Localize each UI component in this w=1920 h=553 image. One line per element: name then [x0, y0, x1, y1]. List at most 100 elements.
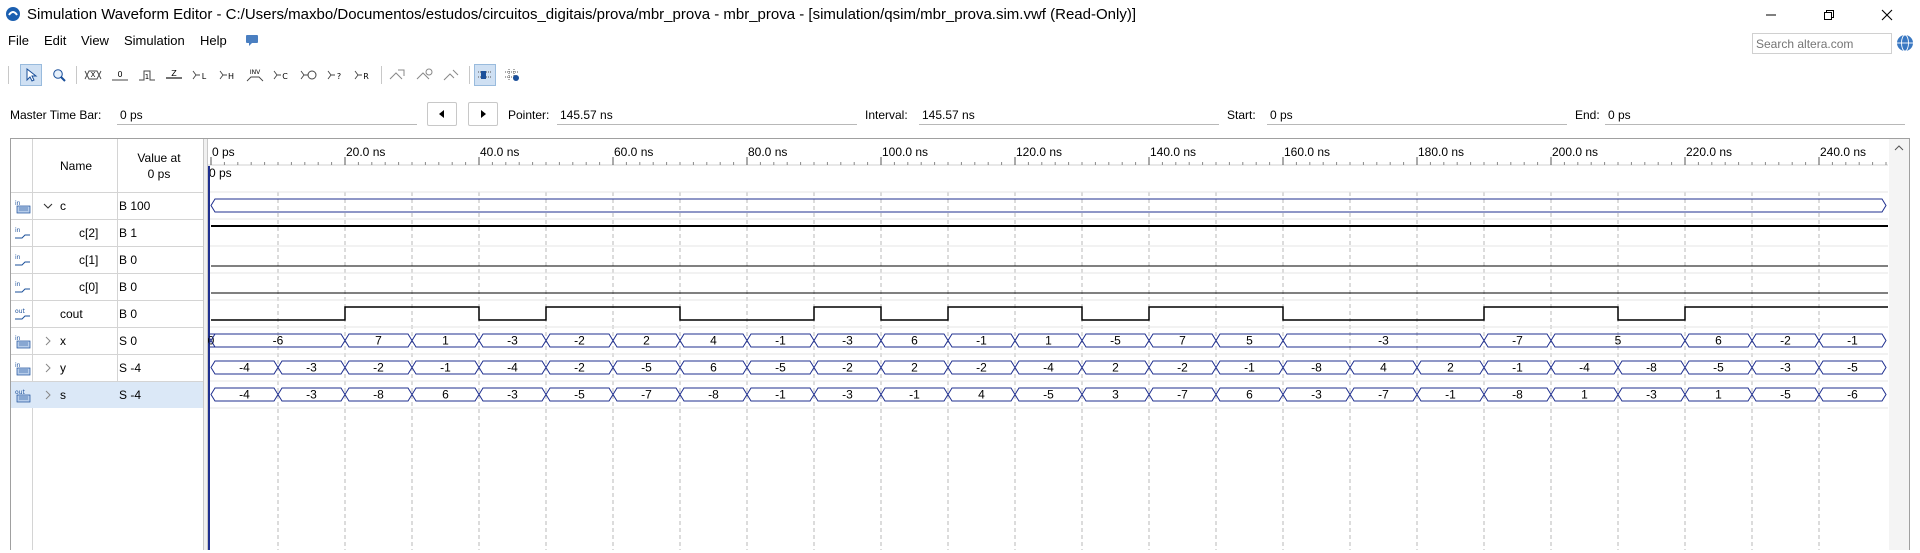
force-weak-high-icon: H — [219, 70, 234, 81]
chevron-right-icon[interactable] — [42, 389, 54, 401]
force-low-button[interactable]: 0 — [109, 64, 131, 86]
time-label: 80.0 ns — [748, 145, 787, 159]
output-pin-icon: out — [15, 308, 30, 320]
search-input[interactable] — [1753, 34, 1891, 53]
grid-settings-button[interactable] — [501, 64, 523, 86]
previous-transition-button[interactable] — [427, 102, 457, 126]
value-column-header[interactable]: Value at — [118, 151, 200, 165]
wave-y-value: -5 — [1713, 361, 1724, 375]
waveform-canvas[interactable]: 0 ps 20.0 ns 40.0 ns 60.0 ns 80.0 ns 100.0 ns… — [206, 139, 1888, 550]
end-label: End: — [1575, 108, 1600, 122]
globe-icon[interactable] — [1896, 34, 1914, 52]
run-timing-button[interactable] — [413, 64, 435, 86]
restore-button[interactable] — [1806, 0, 1852, 29]
force-unknown-button[interactable]: X — [82, 64, 104, 86]
menu-help[interactable]: Help — [200, 33, 227, 48]
wave-s-value: -5 — [1043, 388, 1054, 402]
wave-x-value: 7 — [1179, 334, 1186, 348]
snap-to-grid-button[interactable] — [474, 64, 496, 86]
pointer-label: Pointer: — [508, 108, 550, 122]
signal-row-cout[interactable]: out cout B 0 — [11, 300, 203, 327]
generate-netlist-button[interactable] — [440, 64, 462, 86]
run-functional-button[interactable] — [386, 64, 408, 86]
wave-x-value: 2 — [643, 334, 650, 348]
menu-view[interactable]: View — [81, 33, 109, 48]
waveform-panel[interactable]: 0 ps 20.0 ns 40.0 ns 60.0 ns 80.0 ns 100.0 ns… — [206, 139, 1888, 550]
arrow-right-icon — [481, 110, 486, 118]
minimize-button[interactable] — [1748, 0, 1794, 29]
master-time-bar-field[interactable]: 0 ps — [117, 104, 417, 125]
restore-icon — [1824, 9, 1834, 20]
next-transition-button[interactable] — [468, 102, 498, 126]
close-button[interactable] — [1864, 0, 1910, 29]
invert-button[interactable]: INV — [244, 64, 266, 86]
chevron-right-icon[interactable] — [42, 335, 54, 347]
wave-s-value: -4 — [239, 388, 250, 402]
signal-row-s[interactable]: out s S -4 — [11, 381, 203, 408]
count-value-button[interactable]: C — [271, 64, 293, 86]
signal-row-c0[interactable]: in c[0] B 0 — [11, 273, 203, 300]
signal-row-y[interactable]: in y S -4 — [11, 354, 203, 381]
zoom-tool-button[interactable] — [48, 64, 70, 86]
toolbar-separator — [469, 66, 470, 84]
search-box[interactable] — [1752, 33, 1892, 54]
wave-s-value: -3 — [306, 388, 317, 402]
force-weak-low-button[interactable]: L — [190, 64, 212, 86]
toolbar-grip — [8, 66, 9, 84]
menu-simulation[interactable]: Simulation — [124, 33, 185, 48]
chevron-right-icon[interactable] — [42, 362, 54, 374]
feedback-icon[interactable] — [245, 34, 259, 47]
wave-x-value: -6 — [273, 334, 284, 348]
wave-y-value: -3 — [306, 361, 317, 375]
vertical-scrollbar[interactable] — [1889, 139, 1909, 550]
output-pin-icon: out — [15, 389, 31, 403]
input-pin-icon: in — [15, 362, 31, 376]
start-field: 0 ps — [1267, 104, 1567, 125]
wave-x-value: -1 — [1847, 334, 1858, 348]
wave-s-value: -8 — [1512, 388, 1523, 402]
chevron-down-icon[interactable] — [42, 200, 54, 212]
wave-s-value: -8 — [373, 388, 384, 402]
menu-edit[interactable]: Edit — [44, 33, 66, 48]
wave-s-value: -7 — [1378, 388, 1389, 402]
random-value-icon: R — [354, 70, 369, 81]
pointer-tool-button[interactable] — [20, 64, 42, 86]
input-pin-icon: in — [15, 254, 30, 266]
wave-y-value: -1 — [1512, 361, 1523, 375]
signal-row-c[interactable]: in c B 100 — [11, 192, 203, 219]
signal-row-x[interactable]: in x S 0 — [11, 327, 203, 354]
signal-row-c2[interactable]: in c[2] B 1 — [11, 219, 203, 246]
signal-row-c1[interactable]: in c[1] B 0 — [11, 246, 203, 273]
random-value-button[interactable]: R — [352, 64, 374, 86]
wave-y-value: -2 — [1177, 361, 1188, 375]
svg-text:out: out — [15, 308, 25, 315]
force-high-button[interactable]: 1 — [136, 64, 158, 86]
svg-text:?: ? — [337, 72, 341, 81]
wave-y-value: -4 — [239, 361, 250, 375]
wave-x-value: -2 — [1780, 334, 1791, 348]
wave-y-value: -4 — [507, 361, 518, 375]
input-pin-icon: in — [15, 281, 30, 293]
signal-value: B 0 — [119, 307, 138, 321]
wave-s-value: 3 — [1112, 388, 1119, 402]
arbitrary-value-button[interactable]: ? — [325, 64, 347, 86]
wave-s-value: -6 — [1847, 388, 1858, 402]
name-column-header[interactable]: Name — [60, 159, 92, 173]
force-weak-high-button[interactable]: H — [217, 64, 239, 86]
signal-value: S -4 — [119, 388, 142, 402]
wave-cout — [211, 306, 1888, 321]
svg-text:0: 0 — [117, 70, 122, 79]
signal-value: B 0 — [119, 253, 138, 267]
svg-text:R: R — [363, 72, 369, 81]
wave-y-value: -5 — [641, 361, 652, 375]
signal-name: x — [60, 334, 66, 348]
wave-x-value: 6 — [911, 334, 918, 348]
svg-text:Z: Z — [171, 69, 177, 78]
count-value-icon: C — [273, 70, 288, 81]
force-high-impedance-button[interactable]: Z — [163, 64, 185, 86]
wave-s-value: -1 — [909, 388, 920, 402]
menu-file[interactable]: File — [8, 33, 29, 48]
svg-text:L: L — [202, 72, 207, 81]
clock-button[interactable] — [298, 64, 320, 86]
wave-s-value: 6 — [1246, 388, 1253, 402]
